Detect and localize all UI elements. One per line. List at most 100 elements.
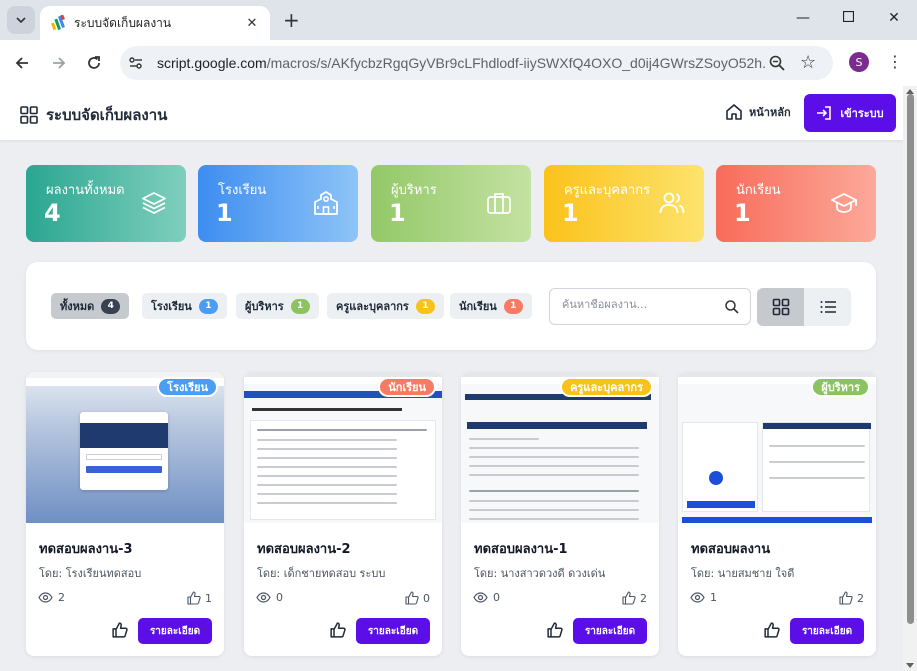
site-header: ระบบจัดเก็บผลงาน หน้าหลัก เข้าระบบ: [0, 86, 903, 140]
bookmark-star-icon[interactable]: ☆: [800, 52, 816, 73]
filter-chip-all[interactable]: ทั้งหมด 4: [51, 293, 130, 319]
browser-tab[interactable]: ระบบจัดเก็บผลงาน ✕: [40, 6, 270, 40]
login-button[interactable]: เข้าระบบ: [804, 94, 896, 132]
filter-chip-executive[interactable]: ผู้บริหาร 1: [236, 293, 319, 319]
chip-count: 1: [415, 298, 435, 314]
thumb-row: [257, 457, 397, 459]
login-icon: [817, 106, 832, 120]
stat-value: 1: [562, 199, 579, 227]
thumb-row: [257, 429, 427, 431]
like-button-icon[interactable]: [764, 622, 780, 638]
thumb-login-button: [86, 466, 162, 473]
reload-icon: [88, 56, 100, 69]
like-count: 1: [187, 591, 212, 605]
stat-card-total: ผลงานทั้งหมด 4: [26, 165, 186, 242]
arrow-right-icon: [53, 57, 66, 69]
thumb-heading: [252, 408, 402, 411]
card-author: โดย: เด็กชายทดสอบ ระบบ: [257, 567, 386, 580]
thumb-login-field: [86, 454, 162, 460]
layers-icon: [142, 192, 166, 214]
view-count: 0: [473, 591, 500, 604]
card-title: ทดสอบผลงาน-1: [474, 542, 568, 557]
grid-view-icon: [772, 298, 789, 316]
search-icon[interactable]: [724, 299, 739, 314]
zoom-icon[interactable]: [768, 54, 786, 72]
thumbs-up-icon: [405, 591, 419, 605]
stat-label: ผลงานทั้งหมด: [46, 183, 125, 198]
thumb-login-box: [80, 412, 168, 490]
like-button-icon[interactable]: [112, 622, 128, 638]
stat-label: ครูและบุคลากร: [564, 183, 651, 198]
card-title: ทดสอบผลงาน-3: [39, 542, 133, 557]
reload-button[interactable]: [84, 53, 104, 73]
chip-count: 4: [101, 298, 121, 314]
thumb-upload-button: [687, 501, 755, 508]
arrow-left-icon: [15, 57, 28, 69]
list-view-button[interactable]: [804, 288, 851, 326]
detail-button[interactable]: รายละเอียด: [356, 618, 430, 644]
card-author: โดย: นายสมชาย ใจดี: [691, 567, 795, 580]
detail-button[interactable]: รายละเอียด: [790, 618, 864, 644]
eye-icon: [690, 592, 705, 603]
site-settings-icon[interactable]: [128, 55, 144, 71]
like-button-icon[interactable]: [547, 622, 563, 638]
like-button-icon[interactable]: [330, 622, 346, 638]
stat-label: โรงเรียน: [218, 183, 267, 198]
thumb-table: [250, 420, 436, 520]
like-count-value: 1: [205, 591, 212, 605]
stat-value: 4: [44, 199, 61, 227]
page-scrollbar[interactable]: [903, 86, 917, 671]
scroll-down-arrow-icon[interactable]: [906, 663, 914, 668]
card-title: ทดสอบผลงาน-2: [257, 542, 351, 557]
chip-label: ผู้บริหาร: [245, 300, 284, 313]
stat-card-teachers: ครูและบุคลากร 1: [544, 165, 704, 242]
eye-icon: [38, 592, 53, 603]
view-count-value: 0: [276, 591, 283, 604]
chip-label: โรงเรียน: [151, 300, 192, 313]
url-text[interactable]: script.google.com/macros/s/AKfycbzRgqGyV…: [157, 55, 767, 71]
filter-chip-school[interactable]: โรงเรียน 1: [142, 293, 227, 319]
search-input[interactable]: [562, 298, 722, 311]
minimize-button[interactable]: —: [793, 10, 813, 26]
graduation-cap-icon: [831, 193, 857, 213]
stat-value: 1: [389, 199, 406, 227]
work-card[interactable]: นักเรียน ทดสอบผลงาน-2 โดย: เด็กชายทดสอบ …: [244, 372, 442, 656]
thumb-row: [469, 500, 639, 502]
view-count: 1: [690, 591, 717, 604]
url-path: /macros/s/AKfycbzRgqGyVBr9cLFhdlodf-iiyS…: [266, 55, 767, 71]
maximize-button[interactable]: [838, 10, 858, 26]
stat-value: 1: [734, 199, 751, 227]
scroll-thumb[interactable]: [907, 94, 914, 624]
filter-chip-students[interactable]: นักเรียน 1: [450, 293, 532, 319]
card-author: โดย: โรงเรียนทดสอบ: [39, 567, 142, 580]
chip-label: นักเรียน: [459, 300, 497, 313]
close-window-button[interactable]: ✕: [884, 10, 904, 26]
thumb-row: [469, 474, 639, 476]
browser-menu-icon[interactable]: ⋮: [887, 52, 903, 72]
work-card[interactable]: ครูและบุคลากร ทดสอบผลงาน-1 โดย: นางสาวดว…: [461, 372, 659, 656]
detail-button[interactable]: รายละเอียด: [573, 618, 647, 644]
thumb-row: [257, 493, 397, 495]
category-badge: โรงเรียน: [157, 377, 218, 397]
thumb-row: [469, 509, 639, 511]
thumb-upload-circle: [709, 471, 723, 485]
back-button[interactable]: [12, 53, 32, 73]
work-card[interactable]: ผู้บริหาร ทดสอบผลงาน โดย: นายสมชาย ใจดี …: [678, 372, 876, 656]
detail-button[interactable]: รายละเอียด: [138, 618, 212, 644]
stat-value: 1: [216, 199, 233, 227]
new-tab-button[interactable]: +: [283, 10, 300, 30]
tab-title: ระบบจัดเก็บผลงาน: [74, 15, 172, 30]
tab-search-button[interactable]: [7, 6, 35, 34]
brand[interactable]: ระบบจัดเก็บผลงาน: [20, 103, 167, 127]
grid-view-button[interactable]: [757, 288, 804, 326]
omnibox[interactable]: script.google.com/macros/s/AKfycbzRgqGyV…: [120, 46, 833, 80]
filter-chip-teachers[interactable]: ครูและบุคลากร 1: [327, 293, 444, 319]
tab-close-icon[interactable]: ✕: [244, 16, 260, 31]
profile-avatar[interactable]: S: [849, 52, 869, 72]
view-count-value: 2: [58, 591, 65, 604]
forward-button[interactable]: [49, 53, 69, 73]
thumb-row: [257, 502, 397, 504]
home-link[interactable]: หน้าหลัก: [725, 103, 791, 121]
work-card[interactable]: โรงเรียน ทดสอบผลงาน-3 โดย: โรงเรียนทดสอบ…: [26, 372, 224, 656]
home-icon: [726, 104, 742, 120]
